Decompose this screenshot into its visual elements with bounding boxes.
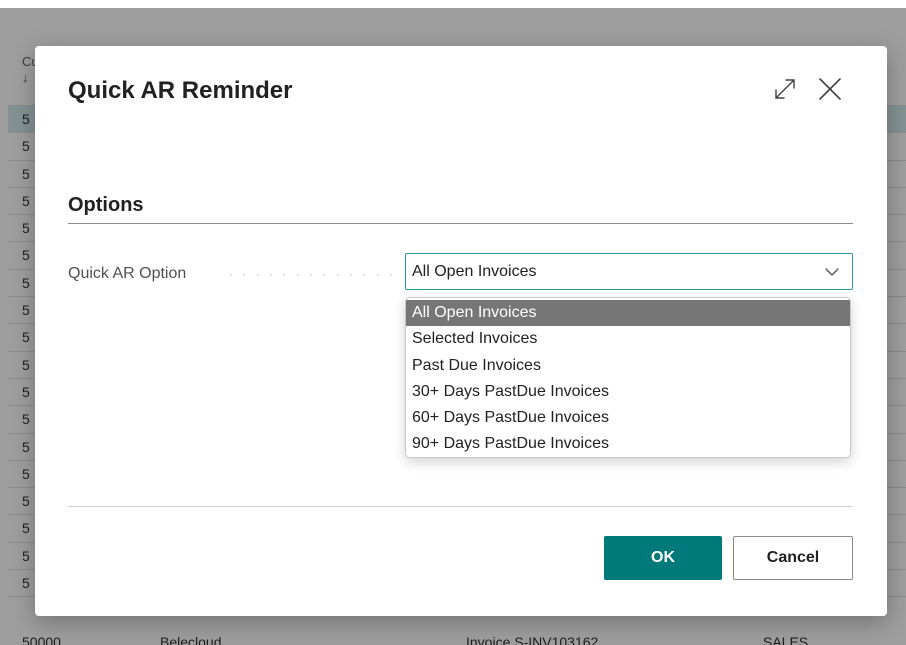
quick-ar-option-select[interactable]: All Open Invoices [405, 253, 853, 290]
dialog-title: Quick AR Reminder [68, 77, 293, 104]
dropdown-option-90-days-pastdue[interactable]: 90+ Days PastDue Invoices [406, 431, 850, 457]
chevron-down-icon [824, 265, 840, 279]
select-current-value: All Open Invoices [412, 263, 537, 280]
field-leader-dots: · · · · · · · · · · · · · · · · · [229, 267, 393, 281]
footer-divider [68, 506, 853, 507]
quick-ar-option-label: Quick AR Option [68, 265, 187, 282]
dropdown-option-past-due-invoices[interactable]: Past Due Invoices [406, 353, 850, 379]
close-icon[interactable] [816, 75, 844, 103]
quick-ar-option-dropdown: All Open Invoices Selected Invoices Past… [405, 297, 851, 458]
dropdown-option-selected-invoices[interactable]: Selected Invoices [406, 326, 850, 352]
cancel-button[interactable]: Cancel [733, 536, 853, 580]
section-divider [68, 223, 853, 224]
dropdown-option-60-days-pastdue[interactable]: 60+ Days PastDue Invoices [406, 405, 850, 431]
dropdown-option-30-days-pastdue[interactable]: 30+ Days PastDue Invoices [406, 379, 850, 405]
dropdown-option-all-open-invoices[interactable]: All Open Invoices [406, 300, 850, 327]
ok-button[interactable]: OK [604, 536, 722, 580]
expand-icon[interactable] [772, 76, 798, 102]
options-section-title: Options [68, 194, 144, 216]
quick-ar-reminder-dialog: Quick AR Reminder Options Quick AR Optio… [35, 46, 887, 616]
